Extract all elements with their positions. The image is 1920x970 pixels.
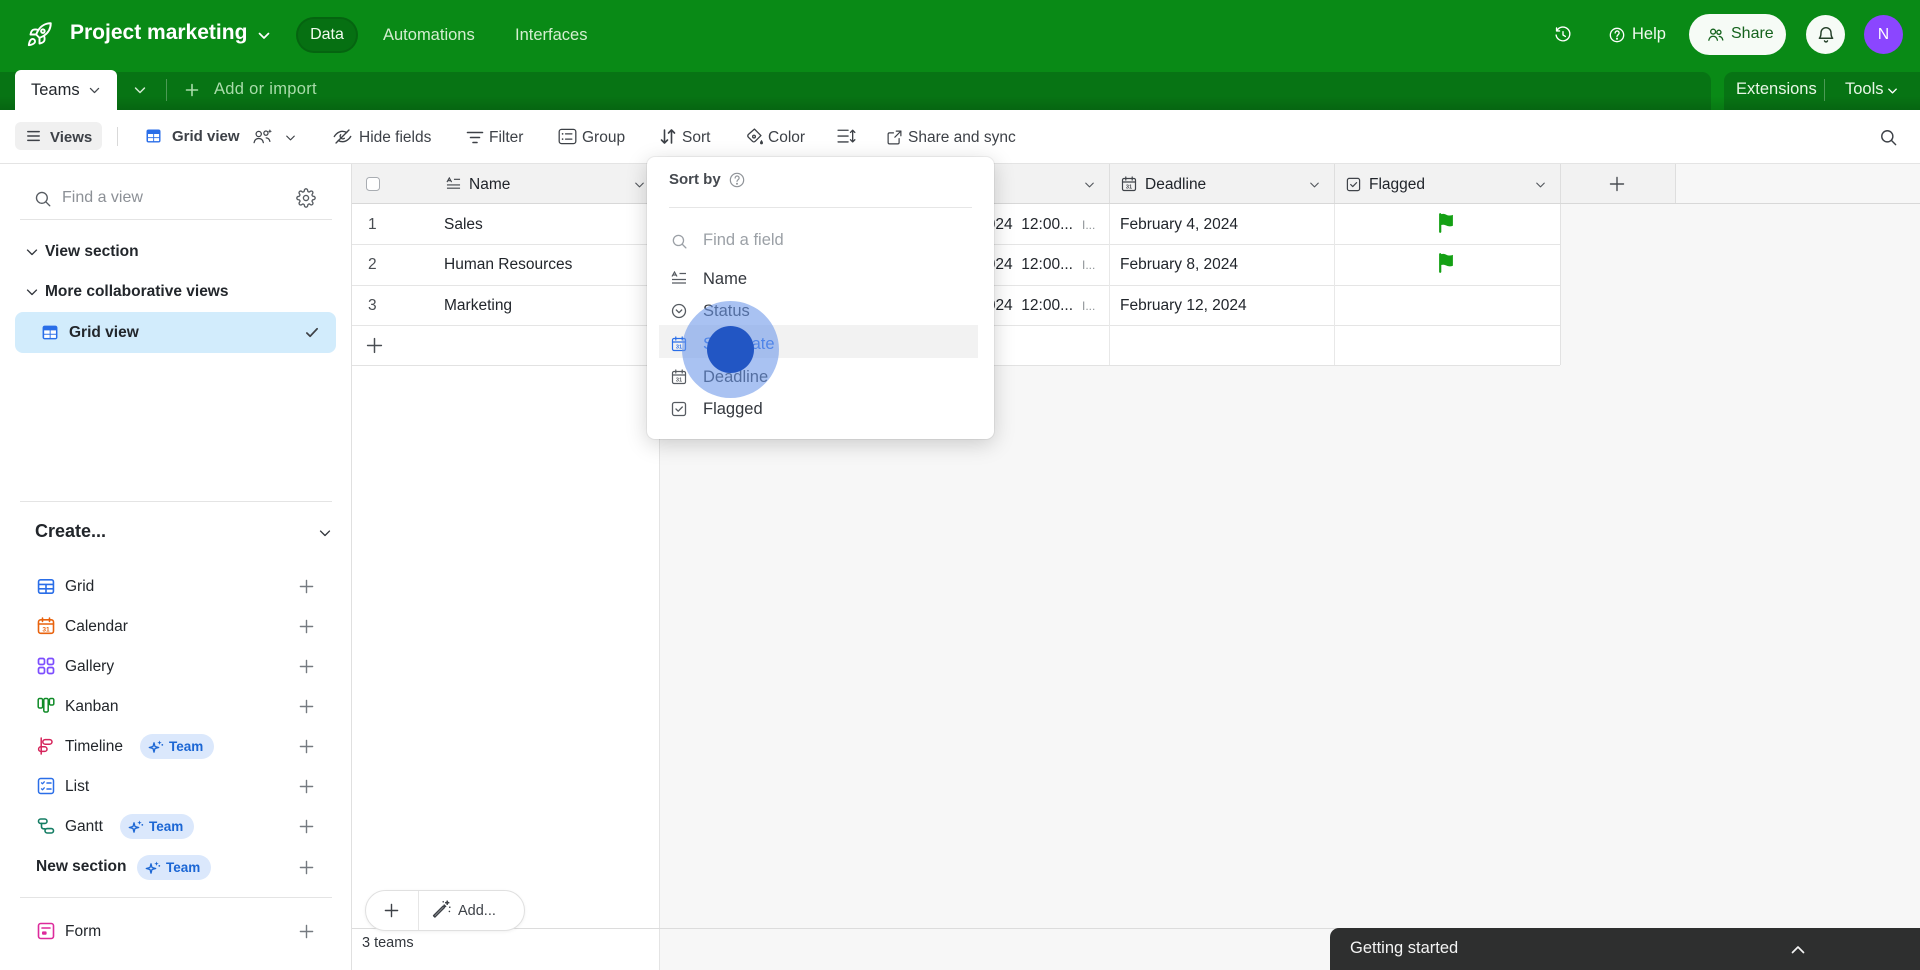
svg-text:31: 31 [42,626,50,633]
svg-text:31: 31 [676,378,682,384]
svg-text:31: 31 [1126,185,1132,191]
